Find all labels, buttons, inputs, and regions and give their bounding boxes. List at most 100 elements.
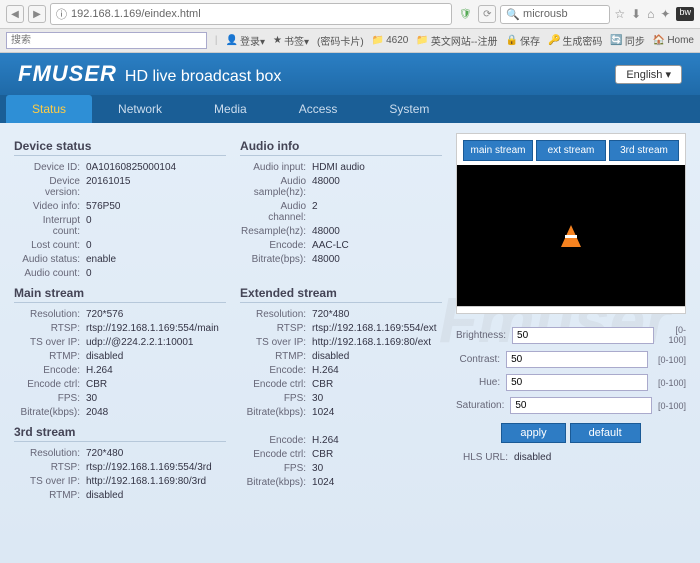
info-row: Audio count:0 — [14, 266, 226, 280]
nav-tabs: Status Network Media Access System — [0, 95, 700, 123]
row-label: Video info: — [14, 201, 86, 212]
row-value: rtsp://192.168.1.169:554/ext — [312, 323, 442, 334]
back-button[interactable]: ◀ — [6, 5, 24, 23]
tab-media[interactable]: Media — [188, 95, 273, 123]
url-bar[interactable]: ⓘ192.168.1.169/eindex.html — [50, 3, 452, 25]
section-third-stream: 3rd stream — [14, 425, 226, 442]
hue-input[interactable] — [506, 374, 648, 391]
preview-tab-3rd[interactable]: 3rd stream — [609, 140, 679, 161]
bookmark-item[interactable]: 👤登录▾ — [226, 33, 265, 48]
bookmark-bar: | 👤登录▾ ★书签▾ (密码卡片) 📁4620 📁英文网站--注册 🔒保存 🔑… — [0, 29, 700, 53]
brightness-input[interactable] — [512, 327, 654, 344]
info-row: Encode ctrl:CBR — [14, 377, 226, 391]
row-label: Encode ctrl: — [14, 379, 86, 390]
row-value: 1024 — [312, 407, 442, 418]
info-row: Bitrate(kbps):1024 — [240, 405, 442, 419]
bookmark-item[interactable]: 🔑生成密码 — [548, 33, 602, 48]
tab-network[interactable]: Network — [92, 95, 188, 123]
bookmark-item[interactable]: 📁4620 — [372, 35, 409, 46]
hls-label: HLS URL: — [456, 452, 514, 463]
bookmark-item[interactable]: (密码卡片) — [317, 33, 364, 48]
info-row: Encode ctrl:CBR — [240, 377, 442, 391]
bookmark-item[interactable]: 🏠Home — [653, 35, 694, 46]
apply-button[interactable]: apply — [501, 423, 565, 443]
contrast-label: Contrast: — [456, 354, 506, 365]
info-row: RTSP:rtsp://192.168.1.169:554/3rd — [14, 460, 226, 474]
row-value: disabled — [312, 351, 442, 362]
row-value: CBR — [86, 379, 226, 390]
row-label: Resolution: — [14, 309, 86, 320]
info-row: Encode ctrl:CBR — [240, 447, 442, 461]
info-row: RTSP:rtsp://192.168.1.169:554/main — [14, 321, 226, 335]
row-label: Audio count: — [14, 268, 86, 279]
download-icon[interactable]: ⬇ — [631, 7, 641, 21]
info-row: Audio sample(hz):48000 — [240, 174, 442, 199]
language-selector[interactable]: English ▾ — [615, 65, 682, 84]
bookmark-item[interactable]: 🔄同步 — [610, 33, 644, 48]
default-button[interactable]: default — [570, 423, 641, 443]
preview-tabs: main stream ext stream 3rd stream — [456, 133, 686, 165]
section-ext-stream: Extended stream — [240, 286, 442, 303]
row-label: TS over IP: — [14, 337, 86, 348]
row-label: Encode ctrl: — [240, 449, 312, 460]
video-preview[interactable] — [456, 165, 686, 307]
bookmark-item[interactable]: ★书签▾ — [273, 33, 309, 48]
row-label: Encode: — [14, 365, 86, 376]
row-label: RTMP: — [240, 351, 312, 362]
row-label: Resample(hz): — [240, 226, 312, 237]
info-row: Video info:576P50 — [14, 199, 226, 213]
forward-button[interactable]: ▶ — [28, 5, 46, 23]
info-row: RTMP:disabled — [240, 349, 442, 363]
info-row: RTSP:rtsp://192.168.1.169:554/ext — [240, 321, 442, 335]
row-value: http://192.168.1.169:80/3rd — [86, 476, 226, 487]
row-value: HDMI audio — [312, 162, 442, 173]
reload-button[interactable]: ⟳ — [478, 5, 496, 23]
star-icon[interactable]: ☆ — [614, 7, 625, 21]
info-row: Bitrate(kbps):2048 — [14, 405, 226, 419]
row-label: TS over IP: — [14, 476, 86, 487]
row-value: 0A10160825000104 — [86, 162, 226, 173]
row-value: 2 — [312, 201, 442, 223]
tab-system[interactable]: System — [363, 95, 455, 123]
row-label: Audio sample(hz): — [240, 176, 312, 198]
row-value: disabled — [86, 490, 226, 501]
saturation-input[interactable] — [510, 397, 652, 414]
tab-access[interactable]: Access — [273, 95, 364, 123]
puzzle-icon[interactable]: ✦ — [660, 7, 670, 21]
hls-value: disabled — [514, 452, 686, 463]
info-row: Audio channel:2 — [240, 199, 442, 224]
row-value: 48000 — [312, 254, 442, 265]
row-label: Audio input: — [240, 162, 312, 173]
content-area: Fmuser Device status Device ID:0A1016082… — [0, 123, 700, 563]
preview-tab-main[interactable]: main stream — [463, 140, 533, 161]
tab-status[interactable]: Status — [6, 95, 92, 123]
contrast-input[interactable] — [506, 351, 648, 368]
audio-info-rows: Audio input:HDMI audioAudio sample(hz):4… — [240, 160, 442, 266]
preview-tab-ext[interactable]: ext stream — [536, 140, 606, 161]
search-bar[interactable]: 🔍microusb — [500, 5, 610, 24]
row-label: Encode: — [240, 365, 312, 376]
section-main-stream: Main stream — [14, 286, 226, 303]
row-label: Device ID: — [14, 162, 86, 173]
row-label: RTMP: — [14, 490, 86, 501]
contrast-range: [0-100] — [648, 355, 686, 365]
bookmark-item[interactable]: 📁英文网站--注册 — [416, 33, 497, 48]
bw-icon[interactable]: bw — [676, 7, 694, 21]
info-row: RTMP:disabled — [14, 349, 226, 363]
info-row: FPS:30 — [240, 461, 442, 475]
info-row: Resolution:720*480 — [240, 307, 442, 321]
row-label: Audio status: — [14, 254, 86, 265]
device-status-rows: Device ID:0A10160825000104Device version… — [14, 160, 226, 280]
row-value: 20161015 — [86, 176, 226, 198]
bookmark-item[interactable]: 🔒保存 — [506, 33, 540, 48]
info-row: FPS:30 — [240, 391, 442, 405]
browser-chrome: ◀ ▶ ⓘ192.168.1.169/eindex.html 🛡 ⟳ 🔍micr… — [0, 0, 700, 29]
bookmark-search[interactable] — [6, 32, 207, 49]
row-value: 1024 — [312, 477, 442, 488]
home-icon[interactable]: ⌂ — [647, 7, 654, 21]
row-label: Bitrate(kbps): — [14, 407, 86, 418]
row-value: udp://@224.2.2.1:10001 — [86, 337, 226, 348]
row-value: 720*480 — [312, 309, 442, 320]
section-audio-info: Audio info — [240, 139, 442, 156]
row-value: CBR — [312, 449, 442, 460]
